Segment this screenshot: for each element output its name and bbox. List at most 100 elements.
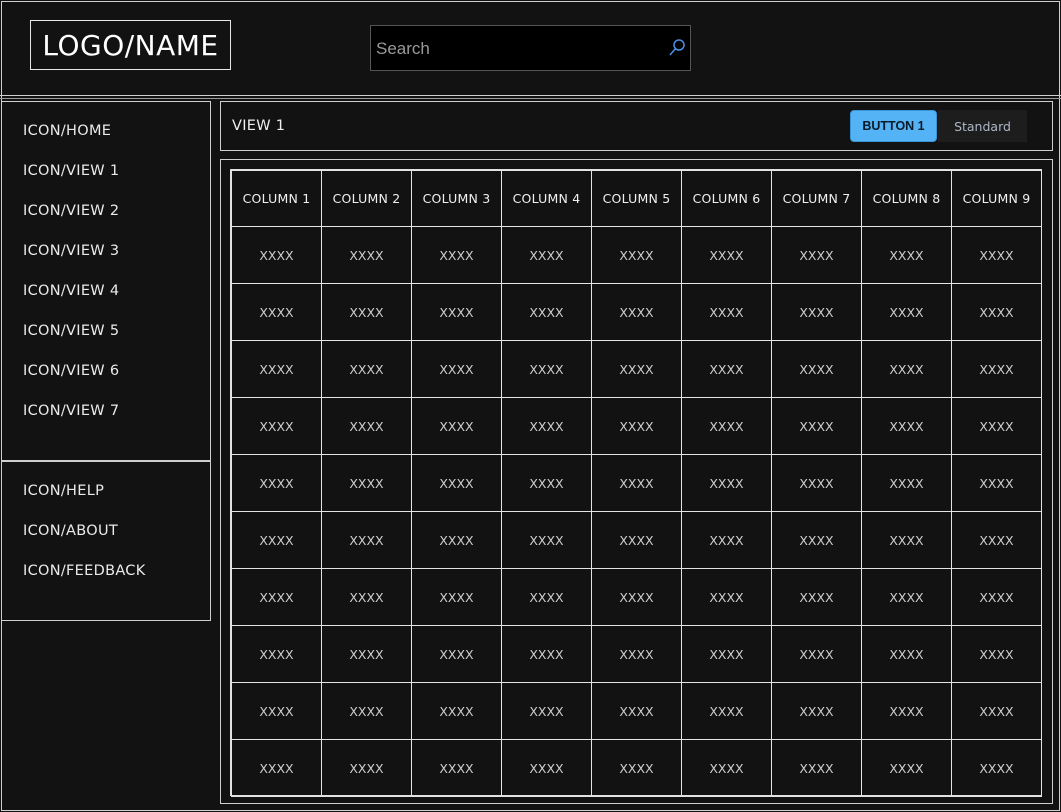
column-header[interactable]: COLUMN 8 bbox=[861, 170, 952, 227]
table-cell: XXXX bbox=[231, 682, 322, 740]
sidebar-item-help[interactable]: ICON/HELP bbox=[23, 483, 104, 499]
column-header[interactable]: COLUMN 6 bbox=[681, 170, 772, 227]
table-cell: XXXX bbox=[501, 511, 592, 569]
table-cell: XXXX bbox=[771, 568, 862, 626]
table-cell: XXXX bbox=[591, 568, 682, 626]
logo[interactable]: LOGO/NAME bbox=[30, 20, 231, 70]
table-cell: XXXX bbox=[591, 682, 682, 740]
table-cell: XXXX bbox=[771, 739, 862, 797]
table-cell: XXXX bbox=[501, 340, 592, 398]
table-row[interactable]: XXXX XXXX XXXX XXXX XXXX XXXX XXXX XXXX XXXX bbox=[231, 625, 1042, 683]
sidebar-item-view-6[interactable]: ICON/VIEW 6 bbox=[23, 363, 119, 379]
column-header[interactable]: COLUMN 9 bbox=[951, 170, 1042, 227]
table-cell: XXXX bbox=[771, 682, 862, 740]
table-cell: XXXX bbox=[411, 568, 502, 626]
table-row[interactable]: XXXX XXXX XXXX XXXX XXXX XXXX XXXX XXXX XXXX bbox=[231, 283, 1042, 341]
table-cell: XXXX bbox=[681, 568, 772, 626]
table-cell: XXXX bbox=[411, 511, 502, 569]
table-cell: XXXX bbox=[231, 739, 322, 797]
table-cell: XXXX bbox=[321, 340, 412, 398]
table-cell: XXXX bbox=[321, 511, 412, 569]
table-cell: XXXX bbox=[591, 340, 682, 398]
table-cell: XXXX bbox=[951, 454, 1042, 512]
table-row[interactable]: XXXX XXXX XXXX XXXX XXXX XXXX XXXX XXXX XXXX bbox=[231, 511, 1042, 569]
sidebar-item-about[interactable]: ICON/ABOUT bbox=[23, 523, 118, 539]
table-cell: XXXX bbox=[321, 397, 412, 455]
table-cell: XXXX bbox=[951, 625, 1042, 683]
table-row[interactable]: XXXX XXXX XXXX XXXX XXXX XXXX XXXX XXXX XXXX bbox=[231, 226, 1042, 284]
table-cell: XXXX bbox=[321, 739, 412, 797]
table-cell: XXXX bbox=[771, 340, 862, 398]
button-1[interactable]: BUTTON 1 bbox=[850, 110, 937, 142]
search-input[interactable] bbox=[374, 34, 663, 64]
standard-button[interactable]: Standard bbox=[938, 110, 1027, 142]
table-cell: XXXX bbox=[951, 682, 1042, 740]
sidebar-footer-nav: ICON/HELP ICON/ABOUT ICON/FEEDBACK bbox=[1, 461, 211, 621]
table-cell: XXXX bbox=[861, 283, 952, 341]
sidebar-item-home[interactable]: ICON/HOME bbox=[23, 123, 111, 139]
table-cell: XXXX bbox=[501, 226, 592, 284]
table-cell: XXXX bbox=[771, 226, 862, 284]
column-header[interactable]: COLUMN 7 bbox=[771, 170, 862, 227]
table-cell: XXXX bbox=[771, 397, 862, 455]
sidebar-main-nav: ICON/HOME ICON/VIEW 1 ICON/VIEW 2 ICON/V… bbox=[1, 101, 211, 461]
table-container: COLUMN 1 COLUMN 2 COLUMN 3 COLUMN 4 COLUMN 5… bbox=[220, 159, 1053, 804]
table-cell: XXXX bbox=[321, 568, 412, 626]
sidebar-item-feedback[interactable]: ICON/FEEDBACK bbox=[23, 563, 146, 579]
table-cell: XXXX bbox=[231, 340, 322, 398]
table-cell: XXXX bbox=[501, 283, 592, 341]
sidebar-item-view-1[interactable]: ICON/VIEW 1 bbox=[23, 163, 119, 179]
table-row[interactable]: XXXX XXXX XXXX XXXX XXXX XXXX XXXX XXXX XXXX bbox=[231, 340, 1042, 398]
header-divider bbox=[0, 95, 1061, 96]
table-cell: XXXX bbox=[951, 397, 1042, 455]
table-cell: XXXX bbox=[861, 511, 952, 569]
table-cell: XXXX bbox=[231, 283, 322, 341]
header: LOGO/NAME bbox=[0, 0, 1061, 95]
sidebar-item-view-7[interactable]: ICON/VIEW 7 bbox=[23, 403, 119, 419]
sidebar-item-view-2[interactable]: ICON/VIEW 2 bbox=[23, 203, 119, 219]
table-cell: XXXX bbox=[411, 226, 502, 284]
page-title: VIEW 1 bbox=[232, 118, 286, 134]
table-cell: XXXX bbox=[681, 682, 772, 740]
column-header[interactable]: COLUMN 4 bbox=[501, 170, 592, 227]
table-cell: XXXX bbox=[951, 340, 1042, 398]
table-cell: XXXX bbox=[951, 739, 1042, 797]
table-cell: XXXX bbox=[231, 625, 322, 683]
table-row[interactable]: XXXX XXXX XXXX XXXX XXXX XXXX XXXX XXXX XXXX bbox=[231, 568, 1042, 626]
column-header[interactable]: COLUMN 5 bbox=[591, 170, 682, 227]
table-row[interactable]: XXXX XXXX XXXX XXXX XXXX XXXX XXXX XXXX XXXX bbox=[231, 739, 1042, 797]
table-cell: XXXX bbox=[681, 397, 772, 455]
search-icon[interactable] bbox=[666, 37, 688, 59]
table-cell: XXXX bbox=[861, 739, 952, 797]
table-cell: XXXX bbox=[411, 340, 502, 398]
search-box[interactable] bbox=[370, 25, 691, 71]
table-cell: XXXX bbox=[231, 397, 322, 455]
table-cell: XXXX bbox=[501, 625, 592, 683]
table-cell: XXXX bbox=[321, 283, 412, 341]
table-cell: XXXX bbox=[591, 397, 682, 455]
column-header[interactable]: COLUMN 3 bbox=[411, 170, 502, 227]
sidebar-item-view-5[interactable]: ICON/VIEW 5 bbox=[23, 323, 119, 339]
table-cell: XXXX bbox=[591, 454, 682, 512]
sidebar-item-view-4[interactable]: ICON/VIEW 4 bbox=[23, 283, 119, 299]
table-cell: XXXX bbox=[951, 568, 1042, 626]
table-cell: XXXX bbox=[681, 226, 772, 284]
table-cell: XXXX bbox=[681, 739, 772, 797]
table-cell: XXXX bbox=[681, 454, 772, 512]
table-cell: XXXX bbox=[861, 340, 952, 398]
table-row[interactable]: XXXX XXXX XXXX XXXX XXXX XXXX XXXX XXXX XXXX bbox=[231, 397, 1042, 455]
table-row[interactable]: XXXX XXXX XXXX XXXX XXXX XXXX XXXX XXXX XXXX bbox=[231, 454, 1042, 512]
table-cell: XXXX bbox=[231, 226, 322, 284]
table-cell: XXXX bbox=[951, 226, 1042, 284]
table-cell: XXXX bbox=[501, 739, 592, 797]
table-row[interactable]: XXXX XXXX XXXX XXXX XXXX XXXX XXXX XXXX XXXX bbox=[231, 682, 1042, 740]
table-cell: XXXX bbox=[771, 511, 862, 569]
table-cell: XXXX bbox=[321, 226, 412, 284]
column-header[interactable]: COLUMN 1 bbox=[231, 170, 322, 227]
table-cell: XXXX bbox=[591, 739, 682, 797]
sidebar-item-view-3[interactable]: ICON/VIEW 3 bbox=[23, 243, 119, 259]
table-cell: XXXX bbox=[771, 283, 862, 341]
column-header[interactable]: COLUMN 2 bbox=[321, 170, 412, 227]
table-cell: XXXX bbox=[681, 625, 772, 683]
table-cell: XXXX bbox=[861, 625, 952, 683]
